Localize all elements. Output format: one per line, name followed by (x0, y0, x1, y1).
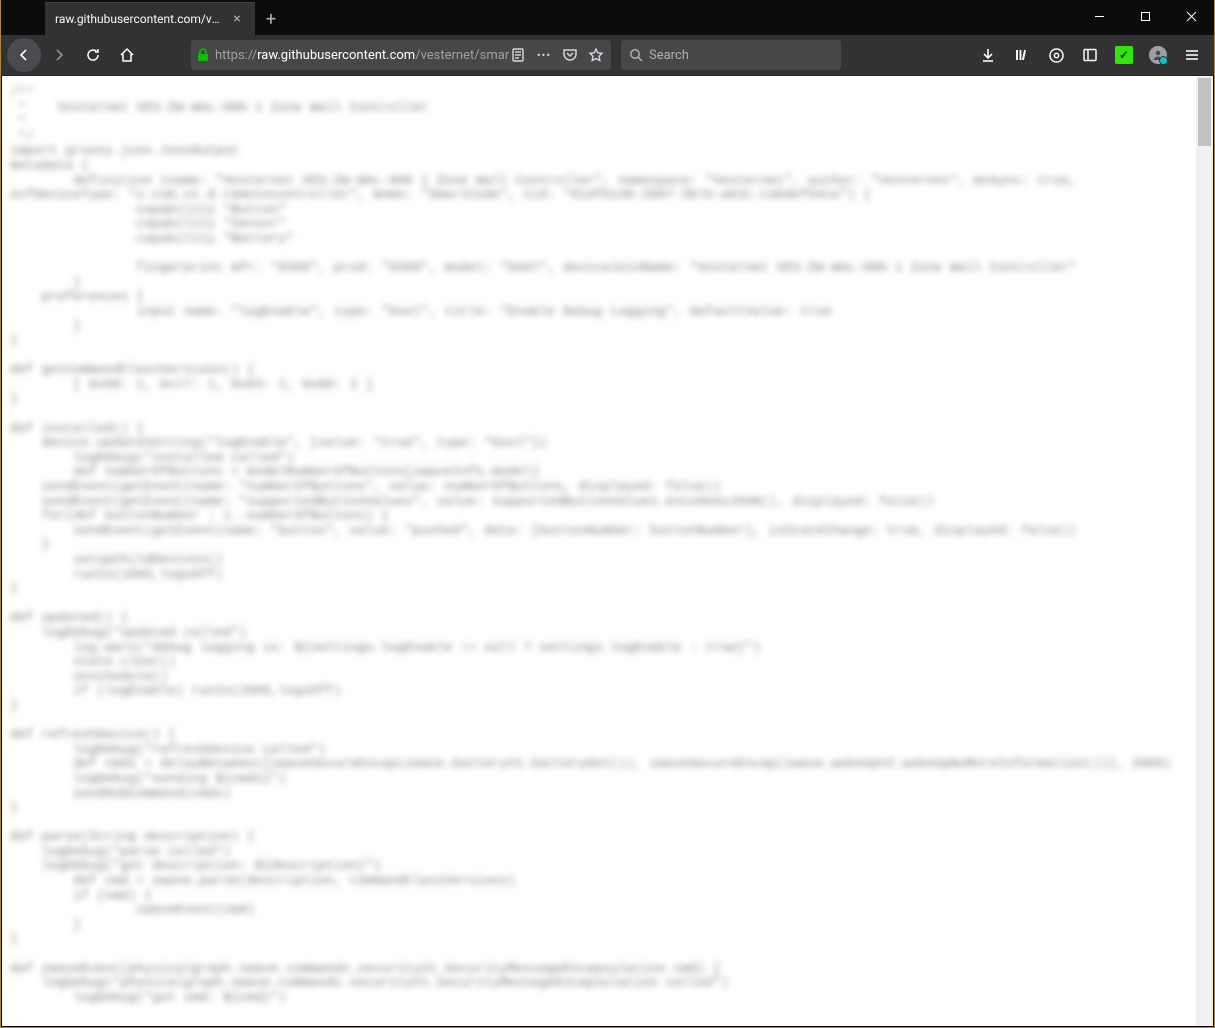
url-bar[interactable]: https://raw.githubusercontent.com/vester… (191, 40, 611, 70)
url-actions: ••• (509, 47, 605, 63)
pocket-icon[interactable] (561, 47, 579, 63)
search-bar[interactable]: Search (621, 40, 841, 70)
bookmark-star-icon[interactable] (587, 47, 605, 63)
scrollbar-thumb[interactable] (1198, 78, 1211, 146)
tab-strip: raw.githubusercontent.com/vestern × + (1, 0, 1214, 35)
new-tab-button[interactable]: + (255, 3, 287, 35)
security-badge[interactable]: ✓ (1108, 39, 1140, 71)
window-close-button[interactable] (1168, 0, 1214, 32)
url-text: https://raw.githubusercontent.com/vester… (215, 48, 509, 63)
search-placeholder: Search (649, 48, 689, 63)
reader-mode-icon[interactable] (509, 47, 527, 63)
extension-button[interactable] (1040, 39, 1072, 71)
tab-close-button[interactable]: × (229, 11, 245, 27)
sidebar-button[interactable] (1074, 39, 1106, 71)
toolbar: https://raw.githubusercontent.com/vester… (1, 35, 1214, 76)
page-actions-icon[interactable]: ••• (535, 49, 553, 62)
window-maximize-button[interactable] (1122, 0, 1168, 32)
check-icon: ✓ (1115, 46, 1133, 64)
account-button[interactable] (1142, 39, 1174, 71)
window-minimize-button[interactable] (1076, 0, 1122, 32)
tab-title: raw.githubusercontent.com/vestern (55, 12, 223, 26)
window-frame: raw.githubusercontent.com/vestern × + (0, 0, 1215, 1028)
back-button[interactable] (7, 38, 41, 72)
content-viewport: /** * Vesternet VES-ZW-WAL-000 1 Zone Wa… (2, 76, 1213, 1026)
raw-text-content[interactable]: /** * Vesternet VES-ZW-WAL-000 1 Zone Wa… (2, 76, 1196, 1026)
url-path: /vesternet/smartthings-z-w (415, 48, 509, 63)
url-prefix: https:// (215, 48, 257, 63)
hamburger-menu-button[interactable] (1176, 39, 1208, 71)
home-button[interactable] (111, 39, 143, 71)
lock-icon (197, 48, 209, 62)
window-controls (1076, 0, 1214, 32)
avatar-icon (1149, 46, 1167, 64)
reload-button[interactable] (77, 39, 109, 71)
toolbar-right: ✓ (972, 39, 1208, 71)
search-icon (629, 48, 643, 62)
scrollbar-track[interactable] (1196, 76, 1213, 1026)
browser-tab-active[interactable]: raw.githubusercontent.com/vestern × (45, 2, 255, 35)
downloads-button[interactable] (972, 39, 1004, 71)
url-domain: raw.githubusercontent.com (257, 48, 415, 63)
forward-button (43, 39, 75, 71)
library-button[interactable] (1006, 39, 1038, 71)
